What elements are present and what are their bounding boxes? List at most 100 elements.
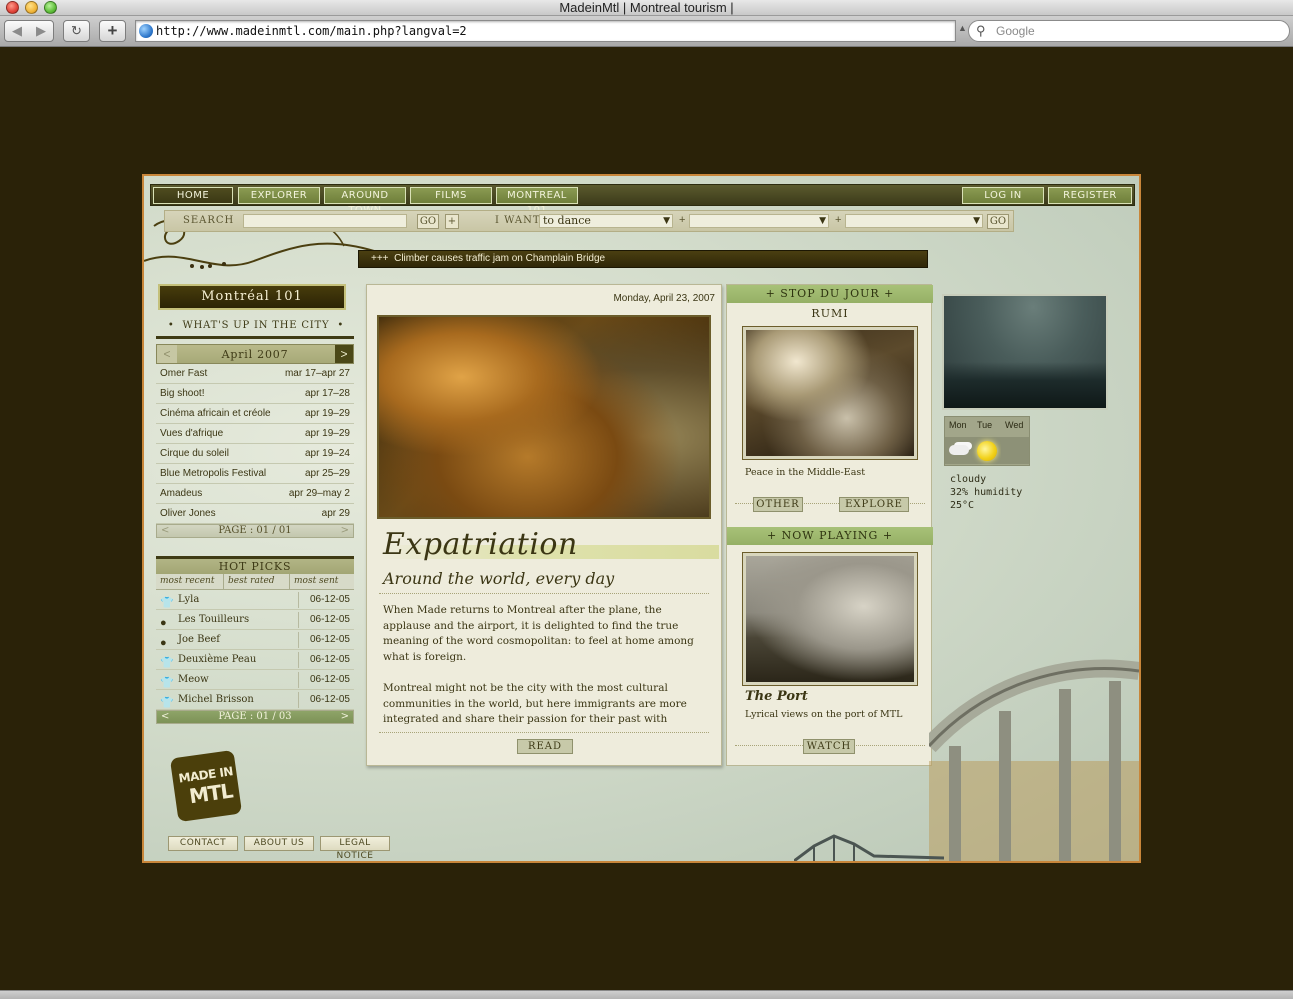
day-tue[interactable]: Tue [977, 420, 992, 430]
plus-icon: + [107, 21, 118, 40]
browser-status-bar [0, 990, 1293, 999]
add-bookmark-button[interactable]: + [99, 20, 126, 42]
event-row[interactable]: Amadeus apr 29–may 2 [156, 484, 354, 504]
tab-most-recent[interactable]: most recent [156, 574, 224, 590]
search-plus-button[interactable]: + [445, 214, 459, 229]
news-ticker[interactable]: +++ Climber causes traffic jam on Champl… [358, 250, 928, 268]
calendar-page-indicator: PAGE : 01 / 01 [218, 525, 292, 536]
site-globe-icon [139, 24, 153, 38]
nav-montreal-101[interactable]: MONTREAL 101 [496, 187, 578, 216]
ticker-prefix: +++ [371, 253, 389, 264]
now-playing-photo[interactable] [742, 552, 918, 686]
nav-home[interactable]: HOME [153, 187, 233, 204]
pager-next-icon[interactable]: > [341, 711, 349, 723]
event-name: Cirque du soleil [160, 448, 229, 459]
cloud-icon [949, 445, 969, 455]
i-want-select-1[interactable]: to dance ▼ [539, 214, 673, 228]
i-want-go-button[interactable]: GO [987, 214, 1009, 229]
article-headline[interactable]: Expatriation [383, 527, 578, 562]
day-wed[interactable]: Wed [1005, 420, 1023, 430]
back-forward-buttons[interactable]: ◀ ▶ [4, 20, 54, 42]
forecast-cell-tue [973, 437, 1001, 464]
window-title: MadeinMtl | Montreal tourism | [559, 0, 734, 15]
i-want-select-2[interactable]: ▼ [689, 214, 829, 228]
event-dates: apr 25–29 [304, 468, 350, 479]
search-placeholder: Google [996, 24, 1035, 38]
tab-best-rated[interactable]: best rated [224, 574, 290, 590]
search-go-button[interactable]: GO [417, 214, 439, 229]
stop-du-jour-header: + STOP DU JOUR + [727, 285, 933, 303]
window-titlebar: MadeinMtl | Montreal tourism | [0, 0, 1293, 16]
weather-forecast: Mon Tue Wed [944, 416, 1030, 466]
hot-pick-date: 06-12-05 [309, 674, 350, 685]
forecast-cell-mon [945, 437, 973, 464]
contact-link[interactable]: CONTACT [168, 836, 238, 851]
article-photo[interactable] [377, 315, 711, 519]
watch-button[interactable]: WATCH [803, 739, 855, 754]
search-label: SEARCH [183, 215, 235, 226]
forward-arrow-icon[interactable]: ▶ [29, 21, 53, 41]
hot-pick-row[interactable]: ● Joe Beef 06-12-05 [156, 630, 354, 650]
url-dropdown-icon[interactable]: ▲ [958, 23, 967, 33]
site-frame: HOME EXPLORER AROUND TOWN FILMS MONTREAL… [142, 174, 1141, 863]
nav-explorer[interactable]: EXPLORER [238, 187, 320, 204]
browser-search-field[interactable]: ⚲ Google [968, 20, 1290, 42]
calendar-month: April 2007 [221, 348, 289, 361]
pager-next-icon[interactable]: > [341, 525, 349, 537]
explore-button[interactable]: EXPLORE [839, 497, 909, 512]
pager-prev-icon[interactable]: < [161, 525, 169, 537]
stop-caption: Peace in the Middle-East [745, 467, 866, 478]
tab-most-sent[interactable]: most sent [290, 574, 354, 590]
reload-button[interactable]: ↻ [63, 20, 90, 42]
site-search-input[interactable] [243, 214, 407, 228]
event-row[interactable]: Oliver Jones apr 29 [156, 504, 354, 524]
address-bar[interactable]: http://www.madeinmtl.com/main.php?langva… [135, 20, 956, 42]
event-row[interactable]: Blue Metropolis Festival apr 25–29 [156, 464, 354, 484]
event-row[interactable]: Cirque du soleil apr 19–24 [156, 444, 354, 464]
register-button[interactable]: REGISTER [1048, 187, 1132, 204]
browser-toolbar: ◀ ▶ ↻ + http://www.madeinmtl.com/main.php… [0, 16, 1293, 47]
hot-pick-date: 06-12-05 [309, 654, 350, 665]
event-row[interactable]: Omer Fast mar 17–apr 27 [156, 364, 354, 384]
about-us-link[interactable]: ABOUT US [244, 836, 314, 851]
nav-films[interactable]: FILMS [410, 187, 492, 204]
stop-photo[interactable] [742, 326, 918, 460]
featured-article: Monday, April 23, 2007 Expatriation Arou… [366, 284, 722, 766]
film-title[interactable]: The Port [745, 689, 808, 704]
article-paragraph-2: Montreal might not be the city with the … [383, 682, 687, 725]
hot-pick-row[interactable]: 👕 Deuxième Peau 06-12-05 [156, 650, 354, 670]
read-button[interactable]: READ [517, 739, 573, 754]
legal-notice-link[interactable]: LEGAL NOTICE [320, 836, 390, 861]
url-text[interactable]: http://www.madeinmtl.com/main.php?langva… [156, 23, 467, 40]
hot-picks-page-indicator: PAGE : 01 / 03 [218, 711, 292, 722]
hot-pick-row[interactable]: 👕 Lyla 06-12-05 [156, 590, 354, 610]
event-name: Omer Fast [160, 368, 208, 379]
hot-pick-row[interactable]: 👕 Michel Brisson 06-12-05 [156, 690, 354, 710]
film-caption: Lyrical views on the port of MTL [745, 709, 903, 720]
hot-pick-name: Meow [178, 674, 209, 685]
event-row[interactable]: Big shoot! apr 17–28 [156, 384, 354, 404]
login-button[interactable]: LOG IN [962, 187, 1044, 204]
article-date: Monday, April 23, 2007 [613, 293, 715, 304]
stop-du-jour-panel: + STOP DU JOUR + RUMI Peace in the Middl… [726, 284, 933, 766]
back-arrow-icon[interactable]: ◀ [5, 21, 29, 41]
calendar-pager: < PAGE : 01 / 01 > [156, 524, 354, 538]
day-mon[interactable]: Mon [949, 420, 967, 430]
i-want-select-3[interactable]: ▼ [845, 214, 983, 228]
event-row[interactable]: Cinéma africain et créole apr 19–29 [156, 404, 354, 424]
other-button[interactable]: OTHER [753, 497, 803, 512]
hot-pick-name: Michel Brisson [178, 694, 254, 705]
event-name: Amadeus [160, 488, 203, 499]
hot-pick-row[interactable]: 👕 Meow 06-12-05 [156, 670, 354, 690]
calendar-next-button[interactable]: > [335, 345, 353, 363]
event-row[interactable]: Vues d'afrique apr 19–29 [156, 424, 354, 444]
nav-around-town[interactable]: AROUND TOWN [324, 187, 406, 216]
madeinmtl-logo[interactable]: MADE IN MTL [169, 749, 243, 823]
hot-pick-row[interactable]: ● Les Touilleurs 06-12-05 [156, 610, 354, 630]
montreal-101-title: Montréal 101 [158, 284, 346, 310]
event-name: Cinéma africain et créole [160, 408, 271, 419]
event-dates: apr 29 [321, 508, 350, 519]
dropdown-arrow-icon: ▼ [973, 216, 980, 226]
now-playing-header: + NOW PLAYING + [727, 527, 933, 545]
pager-prev-icon[interactable]: < [161, 711, 169, 723]
